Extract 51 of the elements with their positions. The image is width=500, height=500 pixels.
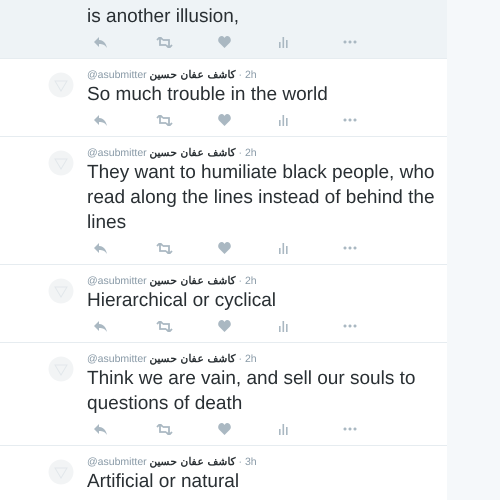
- user-handle[interactable]: @asubmitter: [87, 352, 147, 366]
- avatar-icon: [48, 278, 74, 304]
- user-handle[interactable]: @asubmitter: [87, 146, 147, 160]
- more-icon[interactable]: [343, 246, 357, 250]
- user-name[interactable]: كاشف عفان حسين: [150, 455, 236, 469]
- more-icon[interactable]: [343, 40, 357, 44]
- stats-icon[interactable]: [279, 320, 288, 332]
- heart-icon[interactable]: [218, 423, 231, 435]
- reply-icon[interactable]: [94, 424, 108, 434]
- timestamp[interactable]: · 3h: [238, 455, 257, 469]
- heart-icon[interactable]: [218, 114, 231, 126]
- timestamp[interactable]: · 2h: [238, 68, 257, 82]
- reply-icon[interactable]: [94, 320, 108, 332]
- reply-icon[interactable]: [94, 242, 108, 254]
- more-icon[interactable]: [343, 324, 357, 328]
- timestamp[interactable]: · 2h: [238, 274, 257, 288]
- user-name[interactable]: كاشف عفان حسين: [150, 68, 236, 82]
- tweet-text: Hierarchical or cyclical: [87, 289, 277, 313]
- stats-icon[interactable]: [279, 114, 288, 126]
- retweet-icon[interactable]: [156, 320, 173, 332]
- avatar-icon: [48, 459, 74, 485]
- retweet-icon[interactable]: [156, 114, 173, 126]
- heart-icon[interactable]: [218, 36, 231, 48]
- user-handle[interactable]: @asubmitter: [87, 455, 147, 469]
- heart-icon[interactable]: [218, 242, 231, 254]
- timestamp[interactable]: · 2h: [238, 146, 257, 160]
- stats-icon[interactable]: [279, 36, 288, 48]
- tweet-text: is another illusion,: [87, 5, 240, 29]
- more-icon[interactable]: [343, 118, 357, 122]
- tweet-text: They want to humiliate black people, who read along the lines instead of behind the lines: [87, 161, 436, 235]
- tweet-text: Artificial or natural: [87, 470, 240, 494]
- retweet-icon[interactable]: [156, 36, 173, 48]
- avatar-icon: [48, 150, 74, 176]
- stats-icon[interactable]: [279, 424, 288, 434]
- user-name[interactable]: كاشف عفان حسين: [150, 352, 236, 366]
- user-name[interactable]: كاشف عفان حسين: [150, 274, 236, 288]
- avatar-icon: [48, 356, 74, 382]
- tweet-text: So much trouble in the world: [87, 83, 329, 107]
- stats-icon[interactable]: [279, 242, 288, 254]
- user-handle[interactable]: @asubmitter: [87, 274, 147, 288]
- tweet-text: Think we are vain, and sell our souls to questions of death: [87, 367, 416, 416]
- reply-icon[interactable]: [94, 114, 108, 126]
- retweet-icon[interactable]: [156, 242, 173, 254]
- user-handle[interactable]: @asubmitter: [87, 68, 147, 82]
- user-name[interactable]: كاشف عفان حسين: [150, 146, 236, 160]
- timestamp[interactable]: · 2h: [238, 352, 257, 366]
- heart-icon[interactable]: [218, 320, 231, 332]
- more-icon[interactable]: [343, 427, 357, 431]
- avatar-icon: [48, 72, 74, 98]
- reply-icon[interactable]: [94, 36, 108, 48]
- retweet-icon[interactable]: [156, 424, 173, 434]
